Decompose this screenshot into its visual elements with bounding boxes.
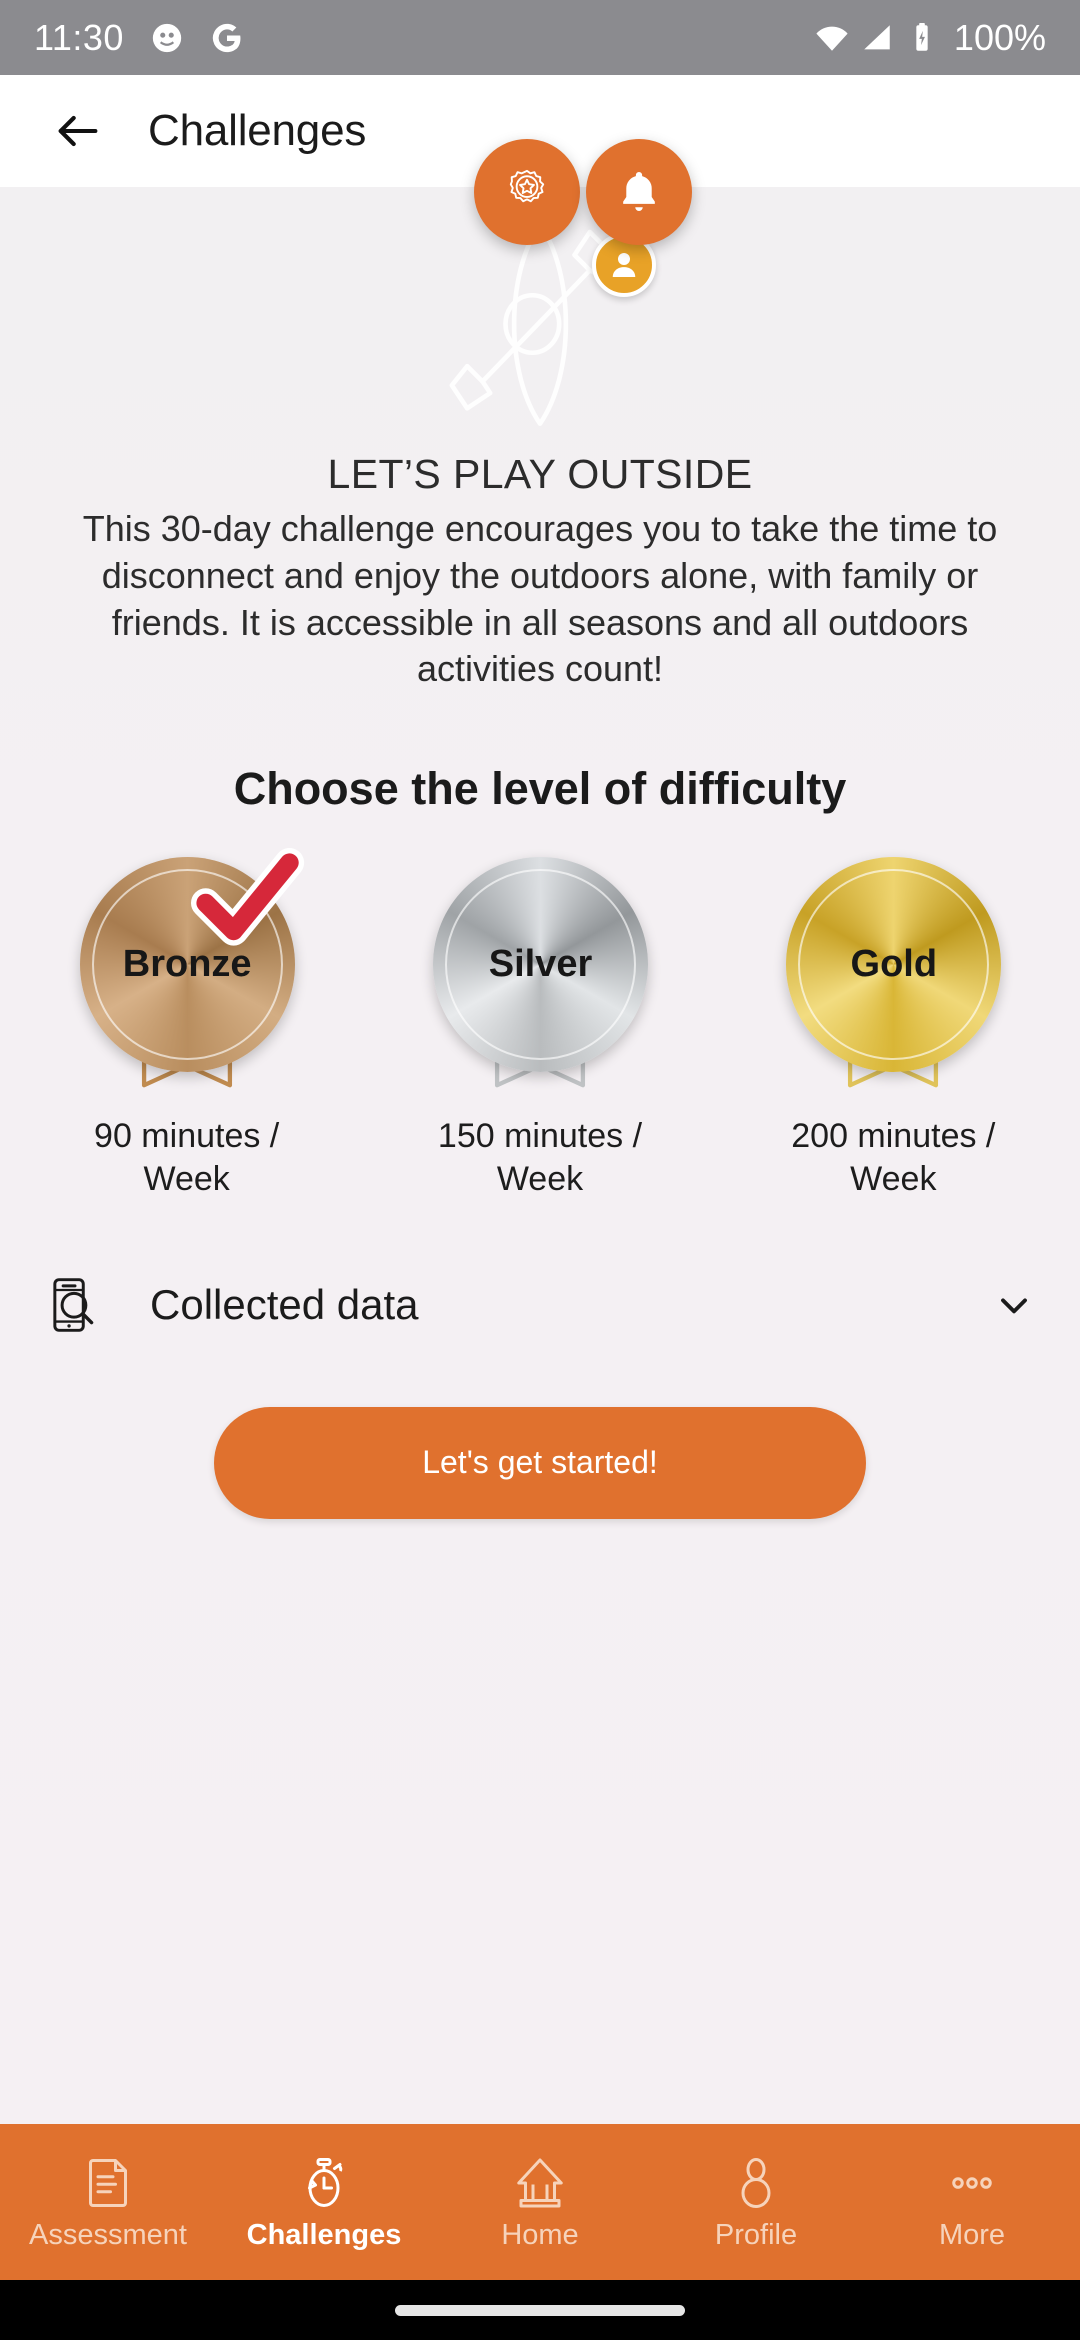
nav-item-home[interactable]: Home <box>432 2153 648 2252</box>
battery-charging-icon <box>916 22 928 51</box>
back-arrow-icon[interactable] <box>52 105 104 157</box>
medal-disc-gold: Gold <box>786 857 1002 1073</box>
challenge-title: LET’S PLAY OUTSIDE <box>327 451 753 497</box>
difficulty-options: Bronze 90 minutes / Week Silver 150 minu… <box>0 848 1080 1201</box>
difficulty-heading: Choose the level of difficulty <box>233 763 847 815</box>
badge-rosette-icon <box>509 169 545 203</box>
signal-icon <box>864 24 890 49</box>
ellipsis-icon <box>952 2176 992 2189</box>
nav-label-assessment: Assessment <box>29 2218 187 2251</box>
status-bar-right: 100% <box>815 17 1046 59</box>
stopwatch-icon <box>308 2157 343 2207</box>
medal-label-bronze: Bronze <box>122 943 252 986</box>
document-icon <box>89 2158 127 2207</box>
main-content: LET’S PLAY OUTSIDE This 30-day challenge… <box>0 187 1080 2124</box>
google-icon <box>212 23 241 52</box>
phone-magnifier-icon <box>53 1278 94 1332</box>
person-outline-icon <box>741 2157 771 2208</box>
gesture-bar-pill[interactable] <box>395 2304 685 2316</box>
medal-silver[interactable]: Silver <box>425 857 655 1088</box>
nav-label-more: More <box>938 2218 1006 2251</box>
phone-screen: 11:30 100% Challenges LET’S PLAY OUTSIDE… <box>0 0 1080 2340</box>
medal-disc-silver: Silver <box>432 857 648 1073</box>
wifi-icon <box>816 26 848 51</box>
collected-data-label: Collected data <box>150 1280 419 1328</box>
medal-label-silver: Silver <box>488 943 593 986</box>
battery-percentage: 100% <box>953 16 1046 58</box>
nav-item-profile[interactable]: Profile <box>648 2153 864 2252</box>
nav-label-challenges: Challenges <box>246 2218 402 2251</box>
get-started-button[interactable]: Let's get started! <box>214 1406 866 1519</box>
medal-caption-silver: 150 minutes / Week <box>437 1117 643 1199</box>
medal-bronze[interactable]: Bronze <box>72 848 304 1088</box>
collected-data-row[interactable]: Collected data <box>0 1255 1080 1355</box>
app-icon <box>152 23 182 52</box>
house-icon <box>517 2158 563 2208</box>
difficulty-option-silver[interactable]: Silver 150 minutes / Week <box>363 857 716 1201</box>
page-title: Challenges <box>148 106 367 155</box>
nav-item-more[interactable]: More <box>864 2153 1080 2252</box>
medal-gold[interactable]: Gold <box>778 857 1008 1088</box>
nav-label-profile: Profile <box>714 2218 798 2251</box>
bell-icon <box>623 172 655 211</box>
status-bar-left: 11:30 <box>34 17 244 59</box>
nav-label-home: Home <box>501 2218 579 2251</box>
medal-caption-bronze: 90 minutes / Week <box>94 1117 280 1199</box>
chevron-down-icon[interactable] <box>992 1283 1036 1327</box>
gesture-bar-area <box>0 2280 1080 2340</box>
difficulty-option-gold[interactable]: Gold 200 minutes / Week <box>717 857 1070 1201</box>
notifications-fab-button[interactable] <box>586 139 692 245</box>
status-bar-clock: 11:30 <box>34 16 124 58</box>
rewards-fab-button[interactable] <box>474 139 580 245</box>
person-icon <box>612 253 636 277</box>
nav-item-challenges[interactable]: Challenges <box>216 2153 432 2252</box>
status-bar: 11:30 100% <box>0 0 1080 75</box>
challenge-description: This 30-day challenge encourages you to … <box>82 508 998 690</box>
difficulty-option-bronze[interactable]: Bronze 90 minutes / Week <box>10 848 363 1201</box>
nav-item-assessment[interactable]: Assessment <box>0 2153 216 2252</box>
bottom-navigation: Assessment Challenges Home Profile More <box>0 2124 1080 2280</box>
medal-caption-gold: 200 minutes / Week <box>791 1117 996 1199</box>
medal-label-gold: Gold <box>850 943 938 986</box>
